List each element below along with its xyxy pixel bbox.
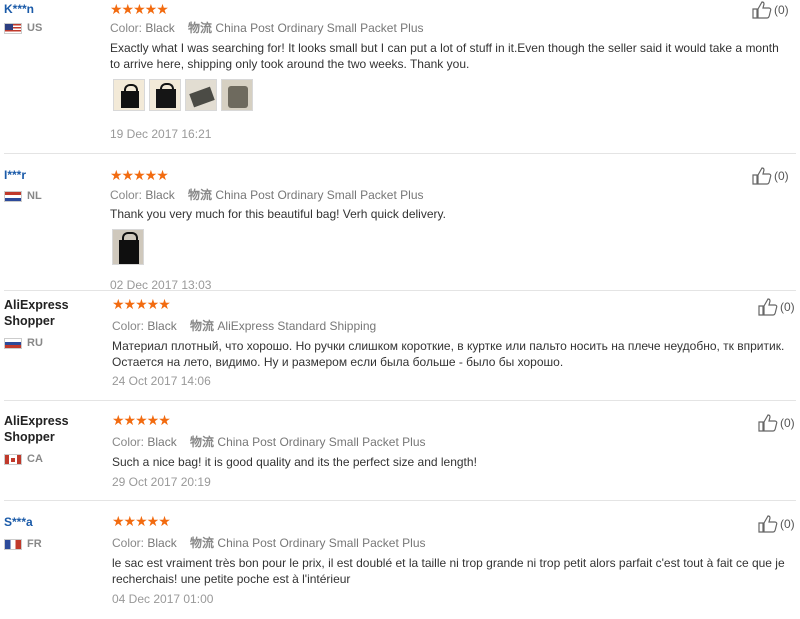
reviewer-name[interactable]: AliExpress Shopper: [4, 298, 69, 328]
star-rating: ★★★★★: [112, 296, 171, 312]
helpful-button[interactable]: (0): [758, 298, 795, 316]
review-photo-thumbnail[interactable]: [221, 79, 253, 111]
review-photo-thumbnail[interactable]: [113, 79, 145, 111]
divider: [4, 400, 796, 401]
ru-flag-icon: [4, 337, 22, 349]
review-attributes: Color: Black 物流 China Post Ordinary Smal…: [112, 536, 426, 550]
review-text: Such a nice bag! it is good quality and …: [112, 455, 477, 469]
thumbs-up-icon: [752, 1, 772, 19]
helpful-button[interactable]: (0): [752, 1, 789, 19]
star-rating: ★★★★★: [110, 167, 169, 183]
review-attributes: Color: Black 物流 China Post Ordinary Smal…: [110, 188, 424, 202]
review-text: Exactly what I was searching for! It loo…: [110, 41, 779, 71]
review-attributes: Color: Black 物流 China Post Ordinary Smal…: [110, 21, 424, 35]
reviewer-name[interactable]: S***a: [4, 515, 33, 529]
helpful-button[interactable]: (0): [752, 167, 789, 185]
review-photo-thumbnail[interactable]: [149, 79, 181, 111]
divider: [4, 290, 796, 291]
thumbs-up-icon: [752, 167, 772, 185]
reviewer-country: FR: [4, 538, 42, 550]
divider: [4, 153, 796, 154]
reviewer-name[interactable]: K***n: [4, 2, 34, 16]
thumbs-up-icon: [758, 414, 778, 432]
divider: [4, 500, 796, 501]
review-attributes: Color: Black 物流 China Post Ordinary Smal…: [112, 435, 426, 449]
ca-flag-icon: [4, 453, 22, 465]
reviewer-country: CA: [4, 453, 43, 465]
reviewer-name[interactable]: I***r: [4, 168, 26, 182]
nl-flag-icon: [4, 190, 22, 202]
reviewer-country: NL: [4, 190, 42, 202]
review-photo-thumbnail[interactable]: [185, 79, 217, 111]
review-photos: [113, 79, 253, 111]
star-rating: ★★★★★: [112, 513, 171, 529]
thumbs-up-icon: [758, 298, 778, 316]
review-date: 19 Dec 2017 16:21: [110, 127, 212, 141]
review-text: le sac est vraiment très bon pour le pri…: [112, 556, 785, 586]
review-text: Thank you very much for this beautiful b…: [110, 207, 446, 221]
review-photo-thumbnail[interactable]: [112, 229, 144, 265]
fr-flag-icon: [4, 538, 22, 550]
reviewer-name[interactable]: AliExpress Shopper: [4, 414, 69, 444]
reviewer-country: US: [4, 22, 42, 34]
review-date: 29 Oct 2017 20:19: [112, 475, 211, 489]
review-attributes: Color: Black 物流 AliExpress Standard Ship…: [112, 319, 377, 333]
star-rating: ★★★★★: [110, 1, 169, 17]
review-date: 04 Dec 2017 01:00: [112, 592, 214, 606]
review-date: 24 Oct 2017 14:06: [112, 374, 211, 388]
review-text: Материал плотный, что хорошо. Но ручки с…: [112, 339, 785, 369]
star-rating: ★★★★★: [112, 412, 171, 428]
helpful-button[interactable]: (0): [758, 515, 795, 533]
helpful-button[interactable]: (0): [758, 414, 795, 432]
us-flag-icon: [4, 22, 22, 34]
reviewer-country: RU: [4, 337, 43, 349]
thumbs-up-icon: [758, 515, 778, 533]
review-photos: [112, 229, 144, 265]
